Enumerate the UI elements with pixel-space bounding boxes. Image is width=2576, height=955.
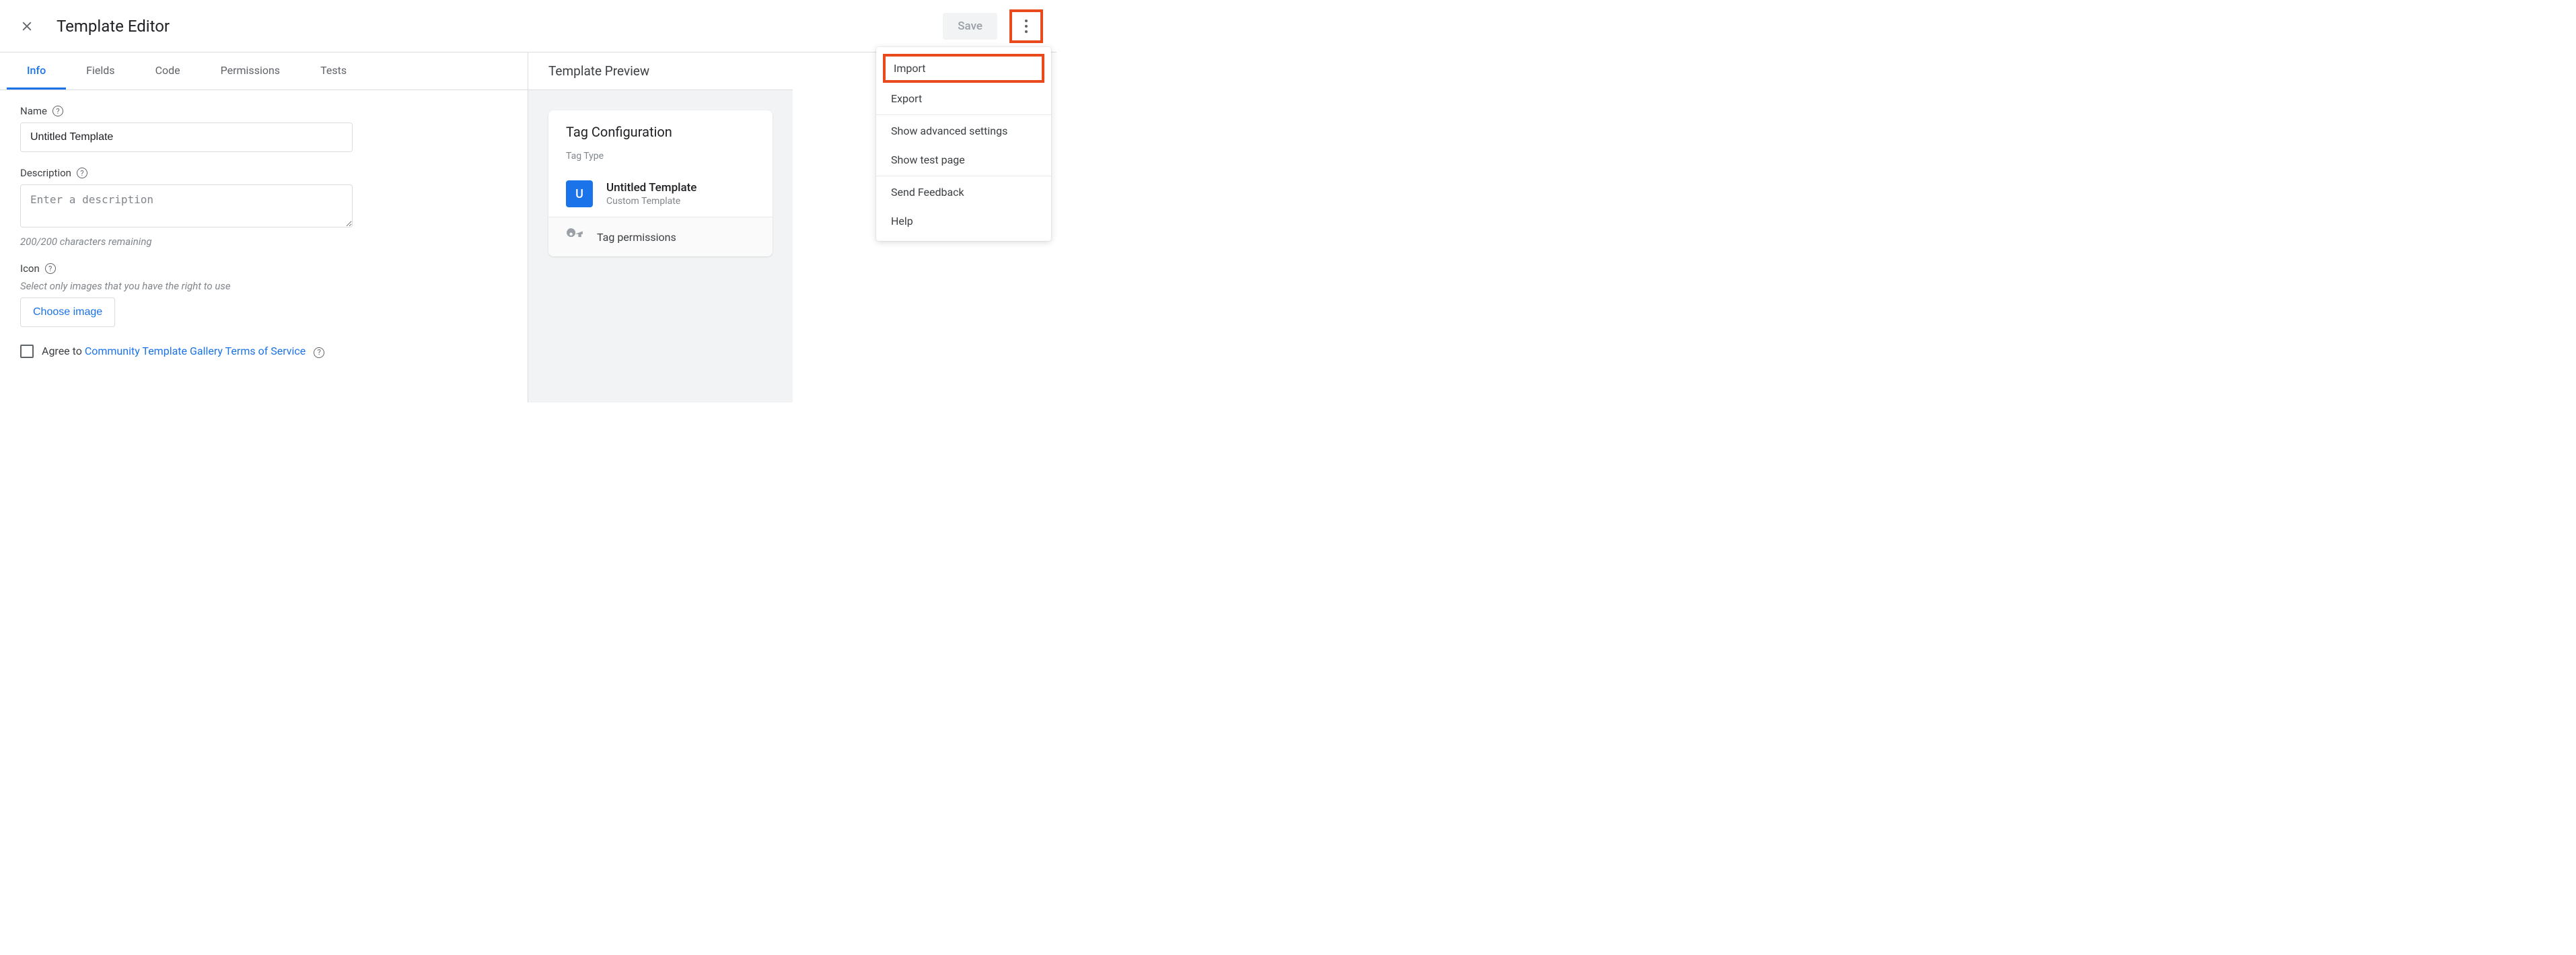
menu-item-help[interactable]: Help bbox=[876, 207, 1051, 236]
close-icon bbox=[20, 19, 34, 34]
description-input[interactable] bbox=[20, 184, 353, 227]
menu-item-import[interactable]: Import bbox=[883, 54, 1044, 83]
more-menu-dropdown: Import Export Show advanced settings Sho… bbox=[876, 47, 1051, 241]
tos-checkbox[interactable] bbox=[20, 345, 34, 358]
preview-panel: Template Preview Tag Configuration Tag T… bbox=[528, 52, 793, 402]
tos-link[interactable]: Community Template Gallery Terms of Serv… bbox=[85, 345, 306, 357]
choose-image-button[interactable]: Choose image bbox=[20, 297, 115, 327]
icon-hint: Select only images that you have the rig… bbox=[20, 280, 507, 292]
tag-permissions-row[interactable]: Tag permissions bbox=[548, 217, 773, 256]
tab-fields[interactable]: Fields bbox=[66, 52, 135, 90]
menu-item-export[interactable]: Export bbox=[876, 84, 1051, 113]
editor-panel: Info Fields Code Permissions Tests Name … bbox=[0, 52, 528, 402]
name-label: Name bbox=[20, 105, 47, 117]
more-vert-icon bbox=[1025, 18, 1028, 34]
close-button[interactable] bbox=[13, 13, 40, 40]
more-menu-highlight bbox=[1009, 9, 1043, 43]
tag-type-row[interactable]: U Untitled Template Custom Template bbox=[548, 171, 773, 217]
preview-title: Template Preview bbox=[528, 52, 793, 90]
tabs: Info Fields Code Permissions Tests bbox=[0, 52, 528, 90]
description-label: Description bbox=[20, 167, 71, 179]
card-title: Tag Configuration bbox=[548, 110, 773, 147]
tab-permissions[interactable]: Permissions bbox=[201, 52, 300, 90]
menu-divider bbox=[876, 114, 1051, 115]
header: Template Editor Save Import Export Show … bbox=[0, 0, 1057, 52]
icon-field: Icon ? Select only images that you have … bbox=[20, 262, 507, 327]
tab-info[interactable]: Info bbox=[7, 52, 66, 90]
help-icon[interactable]: ? bbox=[45, 263, 56, 274]
description-field: Description ? 200/200 characters remaini… bbox=[20, 167, 507, 248]
menu-item-show-test-page[interactable]: Show test page bbox=[876, 145, 1051, 174]
template-badge-icon: U bbox=[566, 180, 593, 207]
tos-row: Agree to Community Template Gallery Term… bbox=[20, 345, 507, 358]
tos-prefix: Agree to bbox=[42, 345, 85, 357]
page-title: Template Editor bbox=[57, 17, 170, 36]
description-counter: 200/200 characters remaining bbox=[20, 236, 507, 248]
more-menu-button[interactable] bbox=[1013, 13, 1039, 39]
icon-label: Icon bbox=[20, 262, 40, 275]
tab-tests[interactable]: Tests bbox=[300, 52, 367, 90]
tag-config-card: Tag Configuration Tag Type U Untitled Te… bbox=[548, 110, 773, 256]
name-field: Name ? bbox=[20, 105, 507, 152]
menu-item-advanced-settings[interactable]: Show advanced settings bbox=[876, 116, 1051, 145]
tab-code[interactable]: Code bbox=[135, 52, 201, 90]
help-icon[interactable]: ? bbox=[52, 106, 63, 116]
save-button[interactable]: Save bbox=[943, 13, 997, 40]
template-name: Untitled Template bbox=[606, 181, 696, 194]
help-icon[interactable]: ? bbox=[314, 347, 324, 358]
menu-item-send-feedback[interactable]: Send Feedback bbox=[876, 178, 1051, 207]
tag-type-label: Tag Type bbox=[548, 147, 773, 171]
name-input[interactable] bbox=[20, 122, 353, 152]
key-icon bbox=[566, 227, 583, 247]
template-kind: Custom Template bbox=[606, 196, 696, 207]
help-icon[interactable]: ? bbox=[77, 168, 87, 178]
permissions-label: Tag permissions bbox=[597, 231, 676, 244]
